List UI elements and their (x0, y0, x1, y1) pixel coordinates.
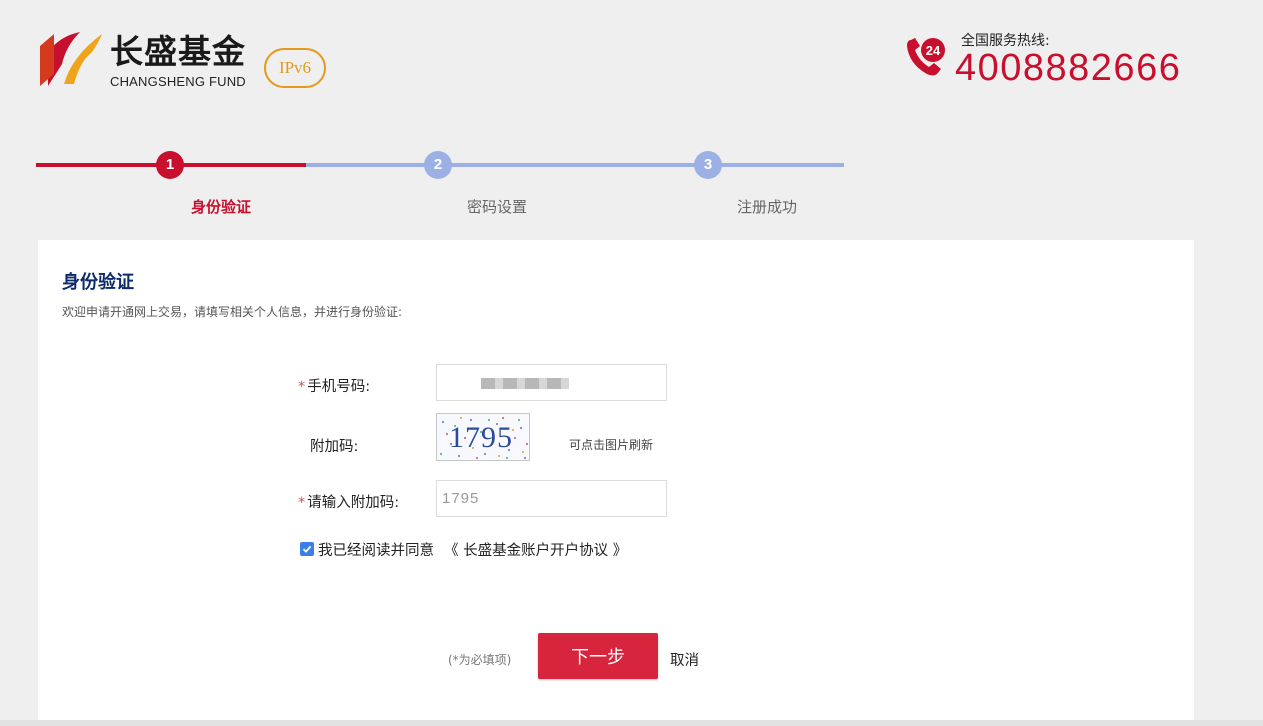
step-2-number: 2 (424, 151, 452, 179)
service-hotline: 24 全国服务热线: 4008882666 (905, 26, 1205, 90)
next-step-button[interactable]: 下一步 (538, 633, 658, 679)
captcha-refresh-hint: 可点击图片刷新 (569, 438, 654, 452)
ipv6-badge: IPv6 (264, 48, 326, 88)
agreement-checkbox[interactable] (300, 542, 314, 556)
masked-phone-number (481, 378, 569, 389)
hotline-number: 4008882666 (955, 47, 1182, 89)
cancel-button[interactable]: 取消 (670, 649, 699, 670)
form-description: 欢迎申请开通网上交易，请填写相关个人信息，并进行身份验证: (62, 305, 403, 319)
step-3-label: 注册成功 (736, 198, 797, 216)
step-progress-remaining (306, 163, 844, 167)
captcha-label: 附加码: (310, 439, 359, 455)
brand-name-en: CHANGSHENG FUND (110, 74, 246, 89)
form-title: 身份验证 (62, 272, 134, 293)
phone-24h-icon: 24 (907, 38, 945, 76)
hotline-icon-text: 24 (926, 43, 941, 58)
step-1-label: 身份验证 (190, 198, 251, 216)
step-1-number: 1 (156, 151, 184, 179)
identity-verification-card: 身份验证 欢迎申请开通网上交易，请填写相关个人信息，并进行身份验证: * 手机号码… (38, 240, 1194, 720)
captcha-input-label: * 请输入附加码: (298, 491, 399, 512)
captcha-input-label-text: 请输入附加码: (307, 495, 400, 511)
captcha-text: 1795 (449, 421, 513, 454)
step-2-label: 密码设置 (466, 198, 527, 216)
phone-label-text: 手机号码: (307, 379, 371, 395)
required-note: (*为必填项) (448, 653, 512, 667)
captcha-input[interactable] (436, 480, 667, 517)
phone-label: * 手机号码: (298, 375, 370, 396)
required-mark: * (298, 495, 306, 511)
registration-steps: 1 2 3 身份验证 密码设置 注册成功 (0, 148, 900, 228)
brand-name-cn: 长盛基金 (110, 32, 246, 71)
agreement-row: 我已经阅读并同意 《 长盛基金账户开户协议 》 (300, 539, 627, 559)
page-bottom-border (0, 720, 1263, 726)
checkmark-icon (302, 545, 312, 553)
brand-logo-icon (40, 32, 102, 86)
agreement-text: 我已经阅读并同意 (318, 542, 434, 559)
required-mark: * (298, 379, 306, 395)
phone-input[interactable] (436, 364, 667, 401)
brand-logo[interactable]: 长盛基金 CHANGSHENG FUND IPv6 (40, 28, 340, 92)
account-agreement-link[interactable]: 《 长盛基金账户开户协议 》 (444, 539, 627, 560)
step-3-number: 3 (694, 151, 722, 179)
captcha-image[interactable]: 1795 (436, 413, 530, 461)
